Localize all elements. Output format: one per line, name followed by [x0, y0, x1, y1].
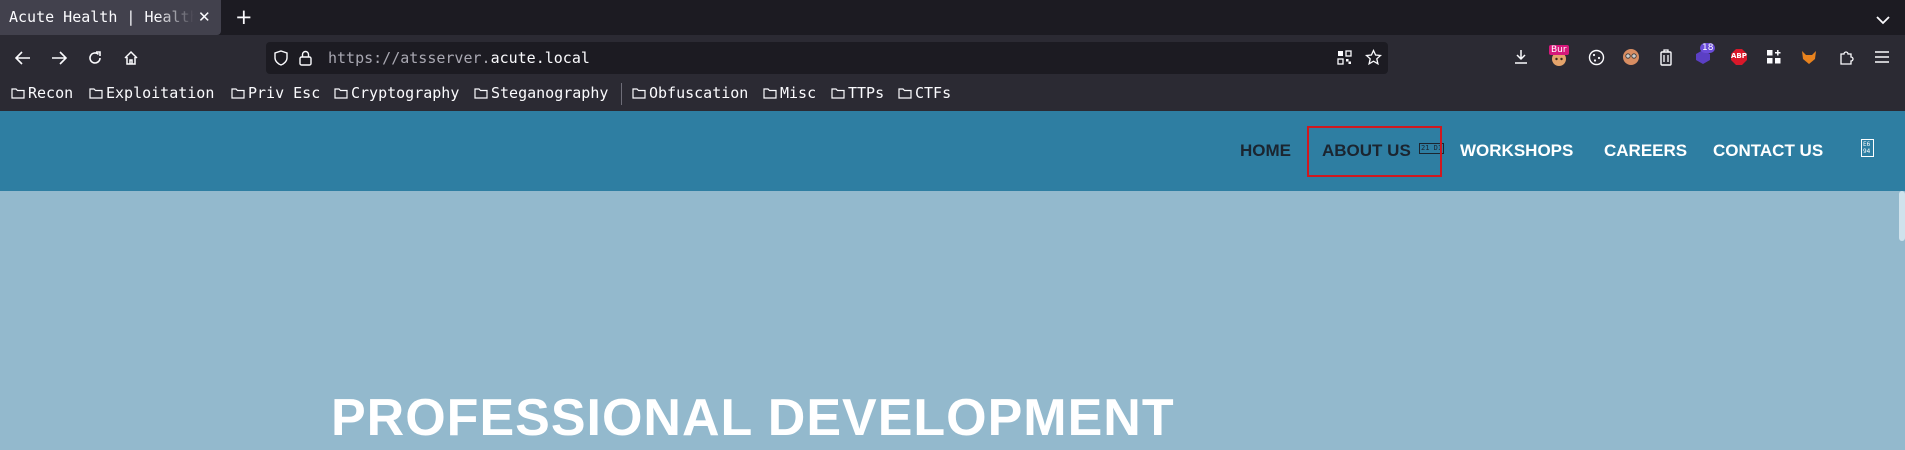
bookmark-folder-ttps[interactable]: TTPs [831, 84, 884, 102]
bookmark-label: Priv Esc [248, 84, 321, 102]
nav-contact-us-link[interactable]: CONTACT US [1713, 141, 1823, 161]
tab-title: Acute Health | Health, Safety [9, 8, 194, 26]
counter-extension-icon[interactable]: 18 [1692, 43, 1716, 68]
bookmark-folder-obfuscation[interactable]: Obfuscation [632, 84, 748, 102]
grid-plus-icon[interactable] [1763, 46, 1785, 68]
active-tab[interactable]: Acute Health | Health, Safety ✕ [0, 0, 221, 35]
url-scheme: https:// [328, 49, 401, 67]
tab-close-icon[interactable]: ✕ [198, 8, 211, 26]
bookmark-star-icon[interactable] [1364, 48, 1383, 70]
folder-icon [898, 88, 912, 99]
bookmark-label: Steganography [491, 84, 609, 102]
bookmark-label: Cryptography [351, 84, 460, 102]
downloads-icon[interactable] [1510, 46, 1532, 68]
fox-extension-icon[interactable] [1798, 46, 1820, 68]
bookmark-folder-cryptography[interactable]: Cryptography [334, 84, 459, 102]
qr-code-icon[interactable] [1337, 50, 1352, 69]
page-scrollbar[interactable] [1899, 191, 1905, 241]
bookmark-separator [621, 83, 622, 105]
adblock-plus-icon[interactable]: ABP [1728, 46, 1750, 68]
bookmark-label: Obfuscation [649, 84, 749, 102]
url-subdomain: atsserver. [400, 49, 491, 67]
folder-icon [11, 88, 25, 99]
bookmark-folder-exploitation[interactable]: Exploitation [89, 84, 214, 102]
bookmark-folder-priv-esc[interactable]: Priv Esc [231, 84, 320, 102]
nav-workshops-link[interactable]: WORKSHOPS [1460, 141, 1573, 161]
reload-icon[interactable] [84, 47, 106, 69]
site-header-nav: HOME ABOUT US 21 D1 WORKSHOPS CAREERS CO… [0, 111, 1905, 191]
bookmarks-toolbar: Recon Exploitation Priv Esc Cryptography… [0, 76, 1905, 112]
chevron-down-icon[interactable] [1876, 10, 1890, 29]
forward-icon[interactable] [48, 47, 70, 69]
hero-title: PROFESSIONAL DEVELOPMENT [331, 389, 1175, 447]
back-icon[interactable] [12, 47, 34, 69]
wappalyzer-face-icon[interactable] [1620, 46, 1642, 68]
bookmark-label: Misc [780, 84, 817, 102]
folder-icon [632, 88, 646, 99]
bookmark-folder-misc[interactable]: Misc [763, 84, 816, 102]
folder-icon [831, 88, 845, 99]
burp-extension-icon[interactable]: Bur [1548, 45, 1570, 68]
cookie-icon[interactable] [1585, 46, 1607, 68]
hamburger-menu-icon[interactable] [1871, 46, 1893, 68]
burp-badge: Bur [1549, 45, 1569, 55]
counter-badge: 18 [1700, 43, 1716, 53]
tracking-protection-shield-icon[interactable] [274, 50, 288, 70]
new-tab-button[interactable]: + [235, 5, 253, 29]
bookmark-folder-recon[interactable]: Recon [11, 84, 73, 102]
bookmark-label: CTFs [915, 84, 952, 102]
container-icon[interactable] [1655, 46, 1677, 68]
bookmark-folder-ctfs[interactable]: CTFs [898, 84, 951, 102]
folder-icon [763, 88, 777, 99]
folder-icon [334, 88, 348, 99]
about-us-highlight-box [1307, 126, 1442, 177]
bookmark-label: TTPs [848, 84, 885, 102]
tab-bar: Acute Health | Health, Safety ✕ + [0, 0, 1905, 35]
folder-icon [474, 88, 488, 99]
folder-icon [89, 88, 103, 99]
folder-icon [231, 88, 245, 99]
extensions-puzzle-icon[interactable] [1835, 46, 1857, 68]
nav-home-link[interactable]: HOME [1240, 141, 1291, 161]
bookmark-label: Exploitation [106, 84, 215, 102]
nav-careers-link[interactable]: CAREERS [1604, 141, 1687, 161]
menu-toggle-icon[interactable]: E6 94 [1861, 139, 1874, 157]
url-bar[interactable]: https://atsserver.acute.local [266, 42, 1388, 74]
lock-icon[interactable] [299, 50, 312, 70]
bookmark-folder-steganography[interactable]: Steganography [474, 84, 608, 102]
abp-label: ABP [1731, 52, 1747, 60]
url-text[interactable]: https://atsserver.acute.local [328, 49, 590, 67]
url-domain: acute.local [490, 49, 590, 67]
home-icon[interactable] [120, 47, 142, 69]
bookmark-label: Recon [28, 84, 74, 102]
